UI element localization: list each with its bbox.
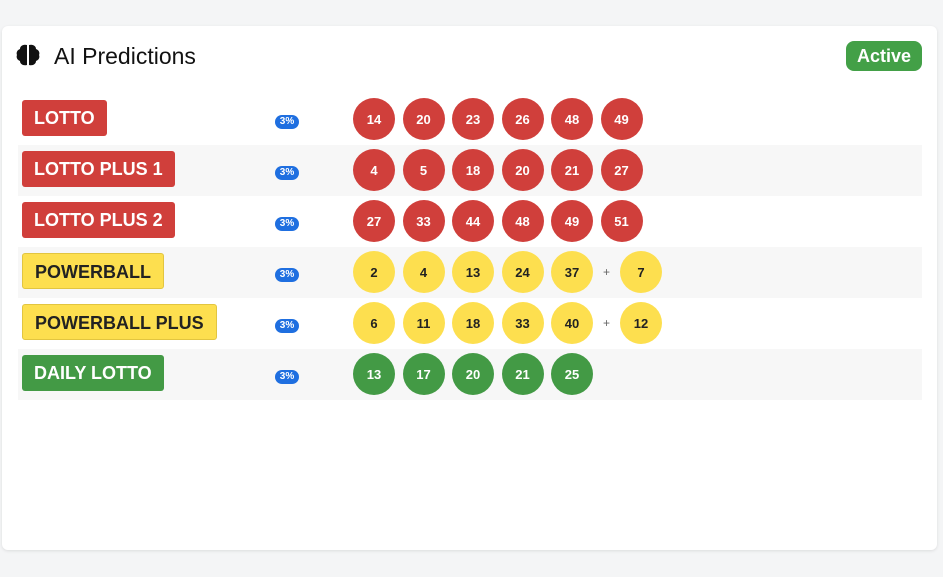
game-name-badge: DAILY LOTTO: [22, 355, 164, 391]
number-ball: 24: [501, 251, 544, 293]
number-balls: 4 5 18 20 21 27: [353, 149, 650, 191]
number-ball: 21: [551, 149, 593, 191]
game-name-badge: POWERBALL PLUS: [22, 304, 217, 340]
bonus-ball: 7: [620, 251, 662, 293]
prediction-row: LOTTO 3% 14 20 23 26 48 49: [18, 94, 922, 145]
number-ball: 2: [353, 251, 395, 293]
number-ball: 48: [501, 200, 544, 242]
predictions-list: LOTTO 3% 14 20 23 26 48 49 LOTTO PLUS 1 3% 4 5 18 20 2…: [18, 94, 922, 400]
game-name-badge: POWERBALL: [22, 253, 164, 289]
confidence-badge: 3%: [275, 268, 299, 282]
number-ball: 26: [501, 98, 544, 140]
plus-separator: +: [602, 265, 610, 279]
number-ball: 4: [353, 149, 395, 191]
number-ball: 44: [452, 200, 494, 242]
number-ball: 13: [452, 251, 494, 293]
number-ball: 5: [402, 149, 445, 191]
number-ball: 18: [452, 149, 494, 191]
number-ball: 11: [402, 302, 445, 344]
game-name-badge: LOTTO PLUS 1: [22, 151, 175, 187]
confidence-badge: 3%: [275, 370, 299, 384]
number-ball: 27: [600, 149, 643, 191]
confidence-badge: 3%: [275, 166, 299, 180]
number-ball: 25: [551, 353, 593, 395]
prediction-row: POWERBALL PLUS 3% 6 11 18 33 40 +12: [18, 298, 922, 349]
number-ball: 13: [353, 353, 395, 395]
confidence-badge: 3%: [275, 319, 299, 333]
number-ball: 20: [452, 353, 494, 395]
number-ball: 20: [501, 149, 544, 191]
number-balls: 13 17 20 21 25: [353, 353, 601, 395]
number-balls: 2 4 13 24 37 +7: [353, 251, 670, 293]
status-badge: Active: [846, 41, 922, 71]
number-ball: 33: [402, 200, 445, 242]
number-balls: 14 20 23 26 48 49: [353, 98, 650, 140]
game-name-badge: LOTTO PLUS 2: [22, 202, 175, 238]
brain-icon: [16, 44, 40, 66]
bonus-ball: 12: [620, 302, 662, 344]
game-name-badge: LOTTO: [22, 100, 107, 136]
number-ball: 6: [353, 302, 395, 344]
prediction-row: POWERBALL 3% 2 4 13 24 37 +7: [18, 247, 922, 298]
number-ball: 23: [452, 98, 494, 140]
prediction-row: DAILY LOTTO 3% 13 17 20 21 25: [18, 349, 922, 400]
number-ball: 33: [501, 302, 544, 344]
number-ball: 4: [402, 251, 445, 293]
number-ball: 21: [501, 353, 544, 395]
number-ball: 49: [600, 98, 643, 140]
number-ball: 27: [353, 200, 395, 242]
predictions-card: AI Predictions Active LOTTO 3% 14 20 23 26 48 4…: [2, 26, 937, 550]
page-title: AI Predictions: [54, 43, 196, 69]
prediction-row: LOTTO PLUS 2 3% 27 33 44 48 49 51: [18, 196, 922, 247]
number-balls: 27 33 44 48 49 51: [353, 200, 650, 242]
number-ball: 48: [551, 98, 593, 140]
number-ball: 49: [551, 200, 593, 242]
number-ball: 17: [402, 353, 445, 395]
number-ball: 37: [551, 251, 593, 293]
confidence-badge: 3%: [275, 115, 299, 129]
plus-separator: +: [602, 316, 610, 330]
number-ball: 20: [402, 98, 445, 140]
card-header: AI Predictions Active: [2, 26, 937, 86]
number-ball: 18: [452, 302, 494, 344]
number-balls: 6 11 18 33 40 +12: [353, 302, 670, 344]
number-ball: 14: [353, 98, 395, 140]
number-ball: 51: [600, 200, 643, 242]
number-ball: 40: [551, 302, 593, 344]
prediction-row: LOTTO PLUS 1 3% 4 5 18 20 21 27: [18, 145, 922, 196]
confidence-badge: 3%: [275, 217, 299, 231]
